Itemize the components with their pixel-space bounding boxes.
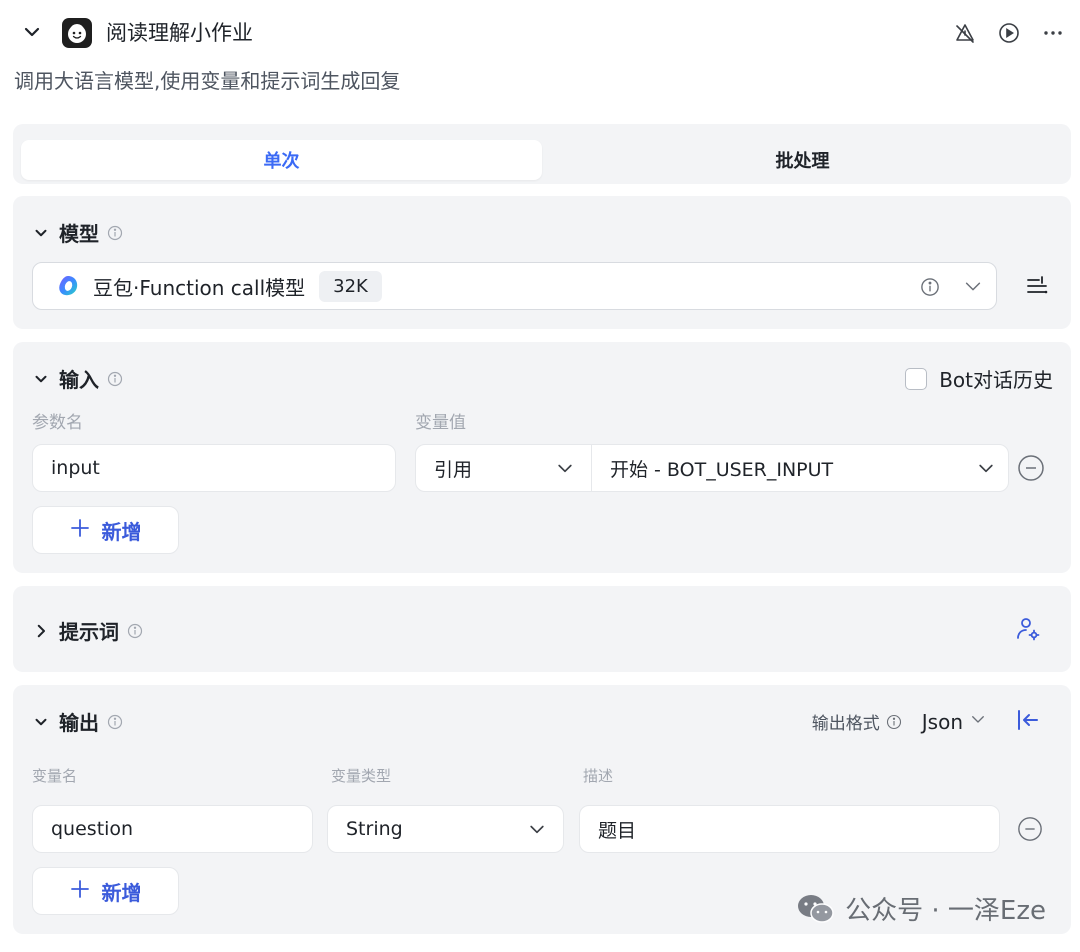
info-icon[interactable] — [886, 714, 902, 730]
watermark: 公众号 · 一泽Eze — [795, 890, 1046, 927]
chevron-down-icon — [527, 819, 547, 844]
node-description: 调用大语言模型,使用变量和提示词生成回复 — [14, 69, 401, 93]
section-title: 模型 — [59, 222, 99, 246]
add-input-button[interactable]: 新增 — [32, 506, 179, 554]
output-desc-input[interactable]: 题目 — [579, 805, 1000, 853]
doubao-logo-icon — [59, 276, 78, 296]
add-label: 新增 — [101, 519, 142, 544]
chevron-down-icon[interactable] — [31, 223, 51, 243]
more-icon[interactable] — [1038, 18, 1068, 48]
column-header-value: 变量值 — [415, 413, 466, 433]
ref-type-select[interactable]: 引用 — [416, 445, 592, 491]
section-title: 输出 — [59, 711, 99, 735]
watermark-text: 公众号 · 一泽Eze — [845, 896, 1046, 926]
model-section: 模型 豆包·Function call模型 32K — [13, 196, 1071, 329]
model-settings-icon[interactable] — [1025, 274, 1049, 298]
output-format-select[interactable]: Json — [922, 710, 963, 734]
variable-value-field: 引用 开始 - BOT_USER_INPUT — [415, 444, 1009, 492]
output-format-label: 输出格式 — [811, 714, 880, 734]
column-header-desc: 描述 — [583, 767, 614, 785]
context-length-badge: 32K — [319, 270, 382, 302]
info-icon[interactable] — [127, 623, 143, 639]
info-icon[interactable] — [107, 371, 123, 387]
param-name-input[interactable]: input — [32, 444, 396, 492]
tab-single[interactable]: 单次 — [21, 140, 542, 180]
add-label: 新增 — [101, 880, 142, 905]
chevron-down-icon[interactable] — [962, 275, 984, 301]
section-title: 提示词 — [59, 620, 119, 644]
mode-tabs: 单次 批处理 — [13, 124, 1071, 184]
remove-row-icon[interactable] — [1017, 816, 1043, 842]
column-header-param: 参数名 — [32, 413, 83, 433]
chevron-down-icon[interactable] — [969, 710, 987, 733]
wechat-icon — [798, 894, 834, 923]
plus-icon — [70, 518, 90, 543]
node-title: 阅读理解小作业 — [106, 21, 253, 45]
output-type-value: String — [346, 818, 403, 840]
output-desc-value: 题目 — [598, 819, 637, 842]
ref-value-select[interactable]: 开始 - BOT_USER_INPUT — [592, 445, 1008, 491]
add-output-button[interactable]: 新增 — [32, 867, 179, 915]
input-section: 输入 Bot对话历史 参数名 变量值 input 引用 开始 - BOT_USE… — [13, 342, 1071, 573]
model-name: 豆包·Function call模型 — [93, 275, 306, 300]
plus-icon — [70, 879, 90, 904]
chevron-right-icon[interactable] — [31, 621, 51, 641]
chevron-down-icon — [976, 458, 996, 483]
model-select[interactable]: 豆包·Function call模型 32K — [32, 262, 997, 310]
bot-avatar-icon — [62, 18, 92, 48]
output-type-select[interactable]: String — [327, 805, 564, 853]
node-header: 阅读理解小作业 — [0, 0, 1080, 64]
prompt-section: 提示词 — [13, 586, 1071, 672]
info-icon[interactable] — [920, 277, 940, 301]
collapse-panel-icon[interactable] — [1015, 707, 1041, 733]
play-icon[interactable] — [994, 18, 1024, 48]
ref-value-text: 开始 - BOT_USER_INPUT — [610, 458, 834, 481]
output-name-input[interactable]: question — [32, 805, 313, 853]
column-header-name: 变量名 — [32, 767, 78, 785]
alert-off-icon[interactable] — [950, 18, 980, 48]
bot-history-toggle[interactable]: Bot对话历史 — [905, 364, 1053, 393]
chevron-down-icon — [555, 458, 575, 483]
column-header-type: 变量类型 — [331, 767, 392, 785]
chevron-down-icon[interactable] — [20, 20, 44, 44]
remove-row-icon[interactable] — [1017, 454, 1045, 482]
ref-type-value: 引用 — [434, 458, 473, 481]
output-format: 输出格式 Json — [812, 709, 987, 734]
bot-history-checkbox[interactable] — [905, 367, 928, 390]
info-icon[interactable] — [107, 714, 123, 730]
section-title: 输入 — [59, 368, 99, 392]
user-settings-icon[interactable] — [1015, 616, 1041, 642]
chevron-down-icon[interactable] — [31, 712, 51, 732]
info-icon[interactable] — [107, 225, 123, 241]
chevron-down-icon[interactable] — [31, 369, 51, 389]
param-name-value: input — [51, 457, 100, 479]
tab-batch[interactable]: 批处理 — [542, 140, 1063, 180]
bot-history-label: Bot对话历史 — [939, 368, 1053, 392]
output-name-value: question — [51, 818, 134, 840]
